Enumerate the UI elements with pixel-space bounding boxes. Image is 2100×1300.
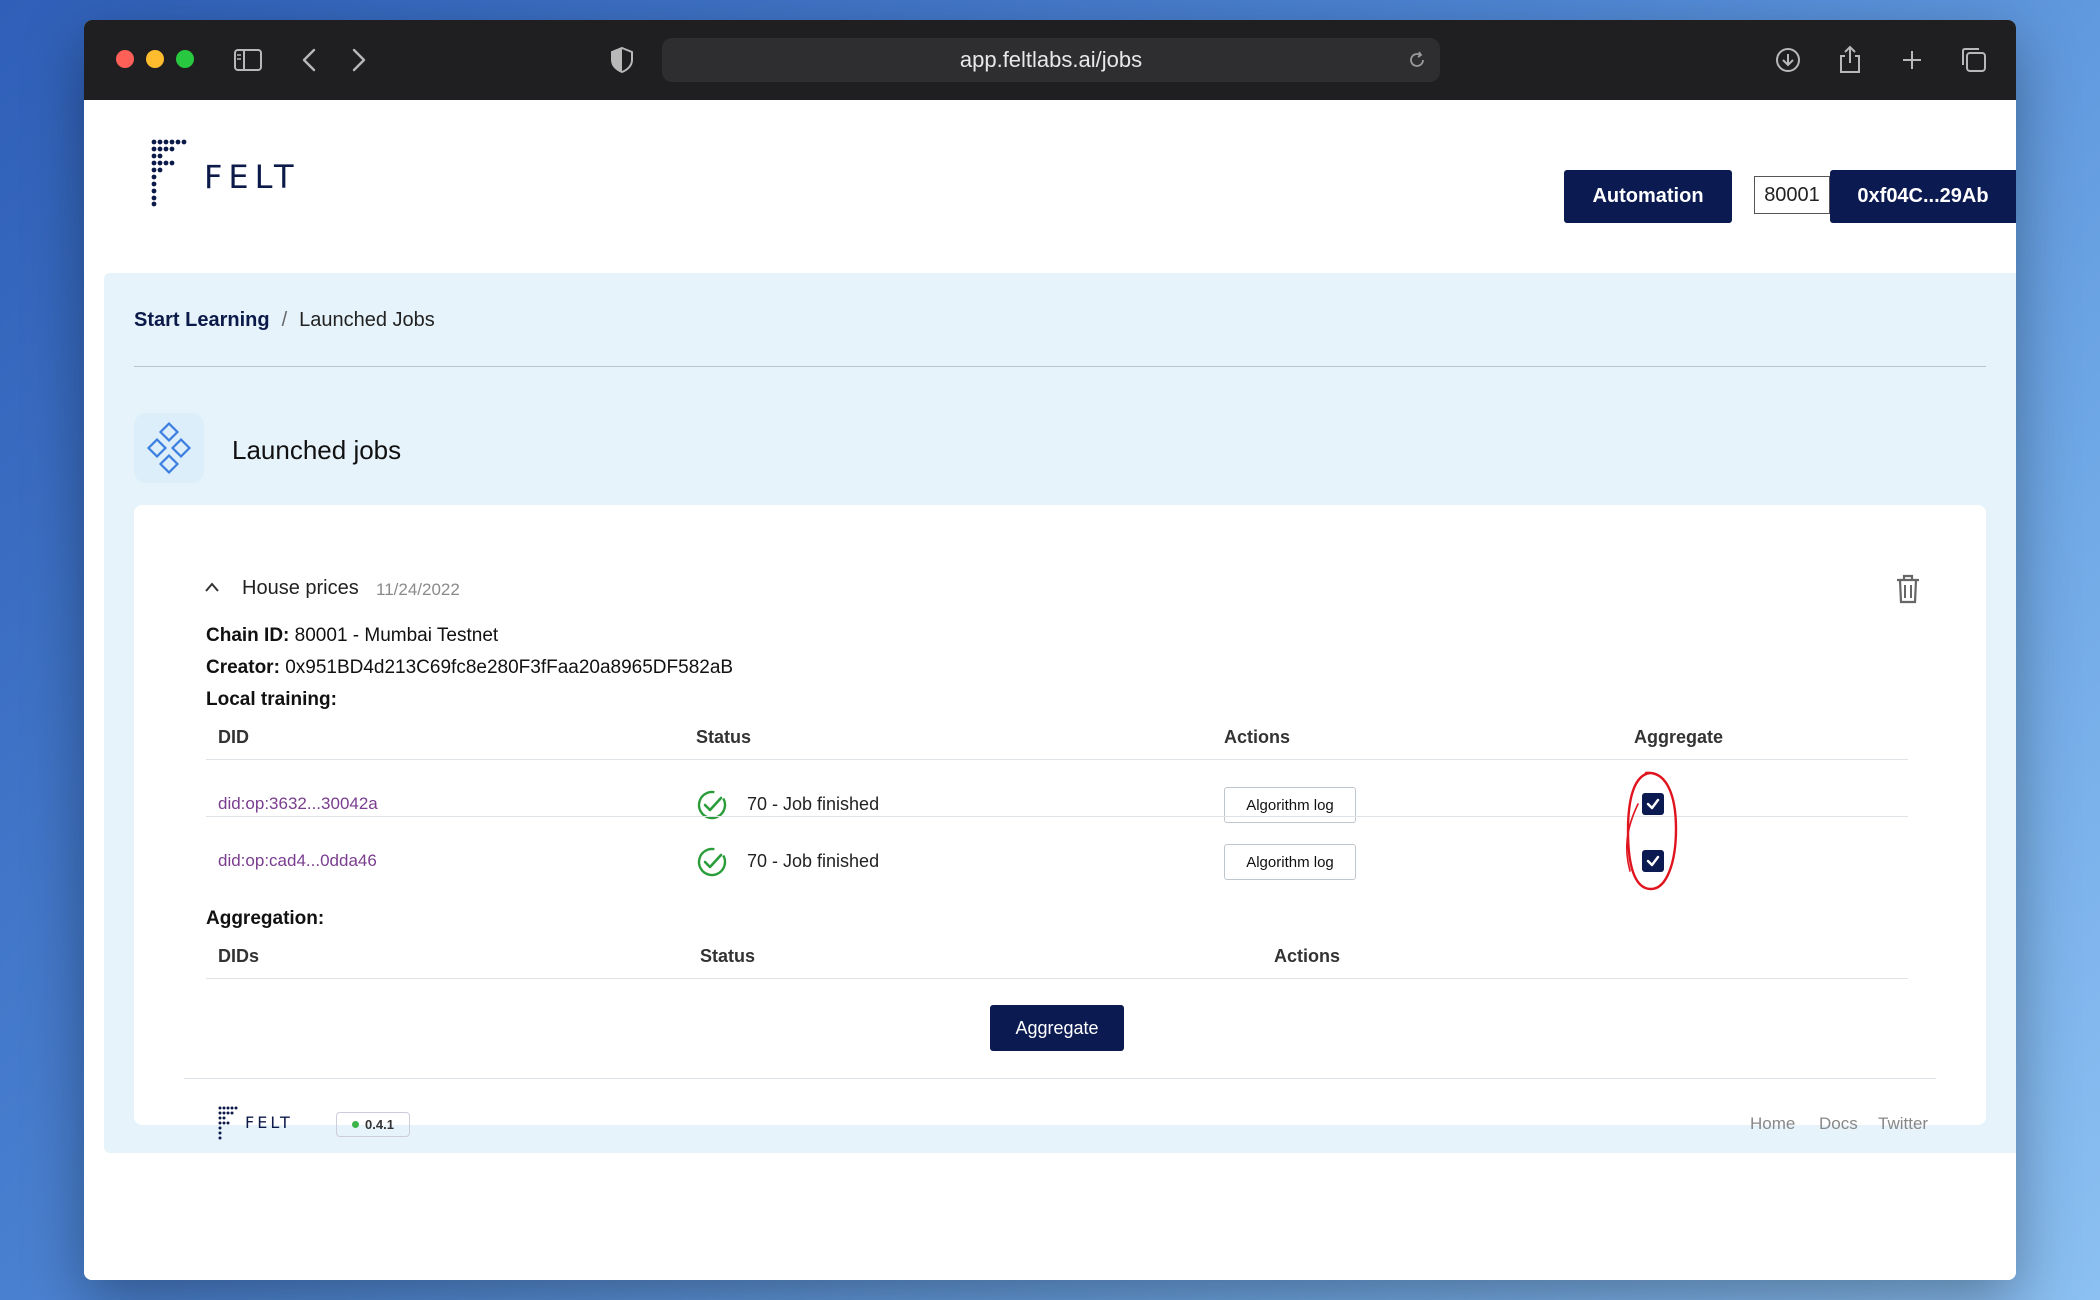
share-icon[interactable] [1834, 44, 1866, 76]
check-circle-icon [697, 847, 727, 877]
creator-value: 0x951BD4d213C69fc8e280F3fFaa20a8965DF582… [285, 657, 734, 678]
forward-arrow-icon[interactable] [342, 44, 374, 76]
aggregation-label: Aggregation: [206, 908, 325, 929]
wallet-address-button[interactable]: 0xf04C...29Ab [1830, 170, 2016, 223]
chain-id-info: Chain ID: 80001 - Mumbai Testnet [206, 625, 498, 647]
footer-link-docs[interactable]: Docs [1819, 1114, 1858, 1134]
status-dot-icon [352, 1121, 360, 1128]
status-text-row-2: 70 - Job finished [747, 851, 880, 871]
version-text: 0.4.1 [365, 1117, 394, 1132]
creator-info: Creator: 0x951BD4d213C69fc8e280F3fFaa20a… [206, 657, 733, 679]
tab-overview-icon[interactable] [1958, 44, 1990, 76]
diamonds-icon [146, 421, 192, 475]
column-header-agg-actions: Actions [1274, 946, 1341, 966]
chain-id-display[interactable]: 80001 [1754, 176, 1830, 214]
column-header-status: Status [696, 727, 752, 747]
local-training-label: Local training: [206, 689, 337, 710]
algorithm-log-button[interactable]: Algorithm log [1224, 787, 1356, 823]
table-divider [206, 759, 1908, 760]
breadcrumb-start-learning-link[interactable]: Start Learning [134, 309, 270, 331]
aggregate-button[interactable]: Aggregate [990, 1005, 1124, 1051]
did-link-row-2[interactable]: did:op:cad4...0dda46 [218, 851, 377, 871]
job-card: House prices 11/24/2022 Chain ID: 80001 … [134, 505, 1986, 1125]
new-tab-plus-icon[interactable] [1896, 44, 1928, 76]
jobs-icon-container [134, 413, 204, 483]
chain-id-value: 80001 - Mumbai Testnet [294, 625, 499, 646]
footer-logo-wordmark: FELT [245, 1113, 293, 1132]
creator-label: Creator: [206, 657, 280, 678]
browser-toolbar: app.feltlabs.ai/jobs [84, 20, 2016, 100]
main-panel: Start Learning / Launched Jobs Launched jo… [104, 273, 2016, 1153]
maximize-window-button[interactable] [176, 50, 194, 68]
browser-window: app.feltlabs.ai/jobs FELT Automation 800… [84, 20, 2016, 1280]
column-header-aggregate: Aggregate [1634, 727, 1724, 747]
privacy-shield-icon[interactable] [606, 44, 638, 76]
breadcrumb-divider [134, 366, 1986, 367]
footer-link-twitter[interactable]: Twitter [1878, 1114, 1928, 1134]
job-title[interactable]: House prices [242, 577, 359, 600]
aggregation-table-divider [206, 978, 1908, 979]
column-header-dids: DIDs [218, 946, 260, 966]
reload-icon[interactable] [1406, 49, 1428, 71]
logo-wordmark: FELT [204, 158, 300, 196]
minimize-window-button[interactable] [146, 50, 164, 68]
url-text: app.feltlabs.ai/jobs [959, 47, 1143, 72]
annotation-circle [1625, 771, 1678, 891]
page-title: Launched jobs [232, 435, 402, 465]
chain-id-label: Chain ID: [206, 625, 290, 646]
column-header-did: DID [218, 727, 249, 747]
address-bar[interactable]: app.feltlabs.ai/jobs [662, 38, 1440, 82]
download-icon[interactable] [1772, 44, 1804, 76]
local-training-heading: Local training: [206, 689, 337, 711]
job-date: 11/24/2022 [376, 580, 460, 599]
chevron-up-icon[interactable] [204, 581, 220, 593]
column-header-agg-status: Status [700, 946, 756, 966]
page-content: FELT Automation 80001 0xf04C...29Ab Star… [84, 100, 2016, 1280]
close-window-button[interactable] [116, 50, 134, 68]
aggregation-heading: Aggregation: [206, 908, 324, 930]
algorithm-log-button[interactable]: Algorithm log [1224, 844, 1356, 880]
breadcrumb: Start Learning / Launched Jobs [134, 309, 435, 332]
did-link-row-1[interactable]: did:op:3632...30042a [218, 794, 378, 814]
card-bottom-divider [184, 1078, 1936, 1079]
breadcrumb-separator: / [281, 309, 288, 331]
trash-icon[interactable] [1894, 573, 1922, 605]
back-arrow-icon[interactable] [294, 44, 326, 76]
column-header-actions: Actions [1224, 727, 1291, 747]
footer-link-home[interactable]: Home [1750, 1114, 1795, 1134]
status-text-row-1: 70 - Job finished [747, 794, 880, 814]
automation-button[interactable]: Automation [1564, 170, 1732, 223]
breadcrumb-current: Launched Jobs [299, 309, 435, 331]
version-badge: 0.4.1 [336, 1112, 410, 1137]
sidebar-toggle-icon[interactable] [232, 44, 264, 76]
